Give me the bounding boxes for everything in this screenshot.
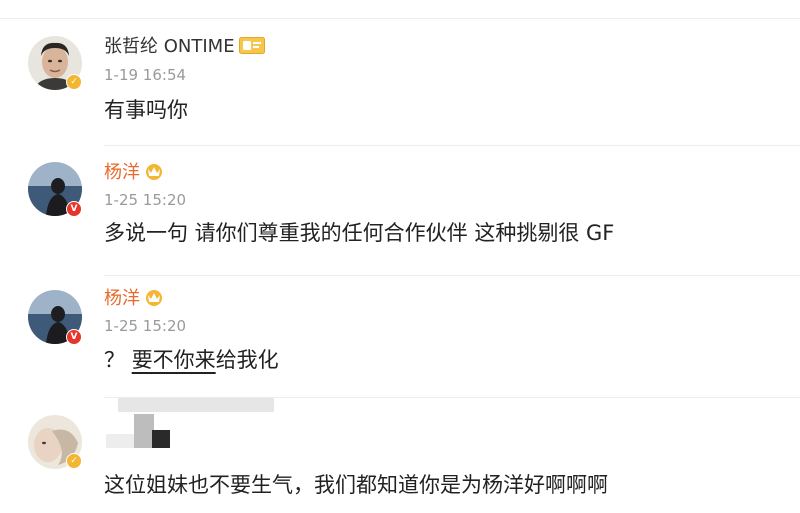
comment-text: 这位姐妹也不要生气，我们都知道你是为杨洋好啊啊啊	[104, 473, 608, 497]
comment-item: ✓ 张哲纶 ONTIME 1-19 16:54 有事吗你	[0, 0, 800, 146]
comment-item: V 杨洋 1-25 15:20 多说一句 请你们尊重我的任何合作伙伴 这种挑剔很…	[0, 146, 800, 276]
author-name[interactable]: 杨洋	[104, 162, 140, 183]
comment-timestamp: 1-25 15:20	[104, 191, 187, 209]
comment-text: 多说一句 请你们尊重我的任何合作伙伴 这种挑剔很 GF	[104, 221, 615, 245]
crown-icon	[144, 288, 164, 312]
author-name[interactable]: 张哲纶 ONTIME	[104, 36, 235, 57]
comment-text: ？ 要不你来给我化	[104, 346, 279, 374]
comment-text-prefix: ？	[104, 348, 132, 372]
member-card-icon	[238, 37, 265, 60]
comment-timestamp: 1-19 16:54	[104, 66, 187, 84]
v-badge-icon: V	[66, 329, 82, 345]
comment-author[interactable]: 杨洋	[104, 162, 164, 186]
comment-timestamp: 1-25 15:20	[104, 317, 187, 335]
comment-text-suffix: 给我化	[215, 348, 279, 372]
verified-badge-icon: ✓	[66, 74, 82, 90]
crown-icon	[144, 162, 164, 186]
comment-text: 有事吗你	[104, 98, 188, 122]
author-name[interactable]: 杨洋	[104, 288, 140, 309]
comment-item: V 杨洋 1-25 15:20 ？ 要不你来给我化	[0, 276, 800, 398]
comment-text-underlined: 要不你来	[131, 348, 216, 372]
redacted-author-name	[134, 414, 154, 448]
comment-item: ✓ 这位姐妹也不要生气，我们都知道你是为杨洋好啊啊啊	[0, 398, 800, 513]
redacted-author-name	[152, 430, 170, 448]
comment-author[interactable]: 张哲纶 ONTIME	[104, 36, 265, 60]
redacted-author-name	[118, 398, 274, 412]
verified-badge-icon: ✓	[66, 453, 82, 469]
comment-author[interactable]: 杨洋	[104, 288, 164, 312]
redacted-timestamp	[106, 434, 134, 448]
v-badge-icon: V	[66, 201, 82, 217]
